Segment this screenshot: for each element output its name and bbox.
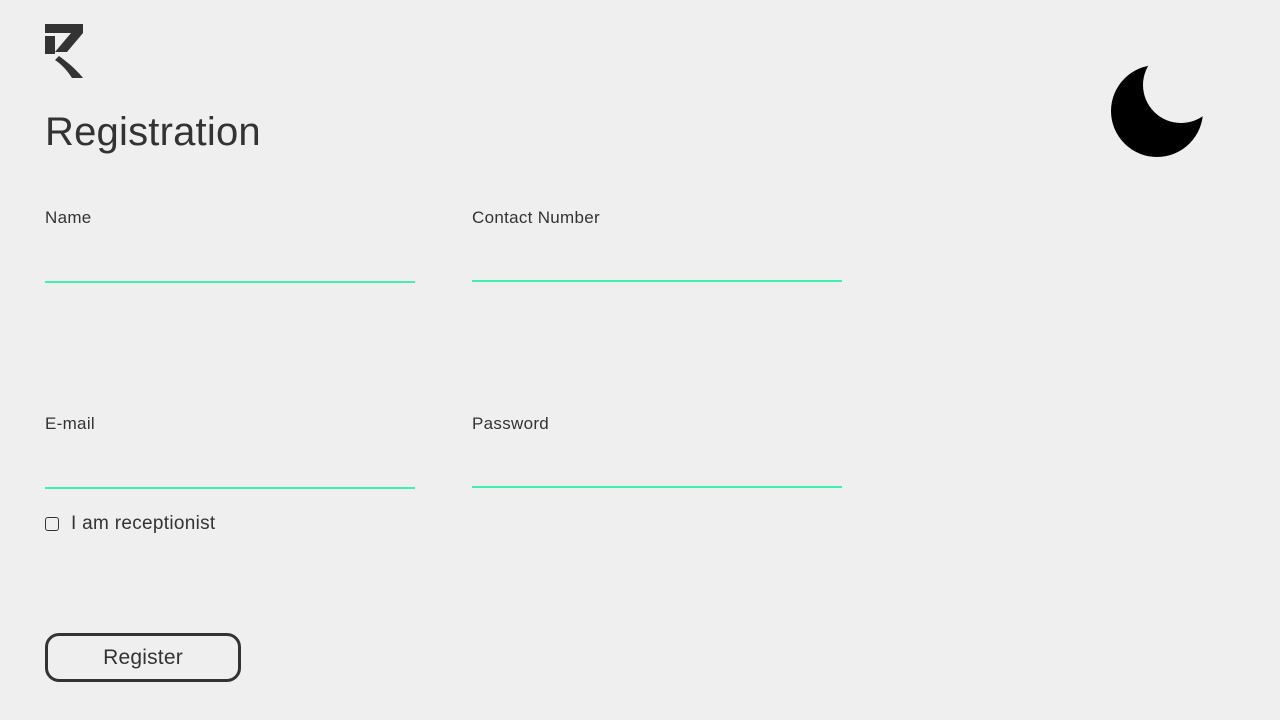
email-label: E-mail [45, 414, 95, 433]
register-button[interactable]: Register [45, 633, 241, 682]
email-field-group: E-mail [45, 414, 415, 489]
name-field-group: Name [45, 208, 415, 283]
receptionist-checkbox-label: I am receptionist [71, 513, 216, 534]
email-input[interactable] [45, 459, 415, 489]
theme-toggle-button[interactable] [1106, 60, 1206, 160]
receptionist-checkbox[interactable] [45, 517, 59, 531]
password-label: Password [472, 414, 550, 433]
receptionist-checkbox-row: I am receptionist [45, 512, 216, 536]
name-input[interactable] [45, 253, 415, 283]
page-title: Registration [45, 110, 261, 154]
contact-number-field-group: Contact Number [472, 208, 842, 282]
contact-number-input[interactable] [472, 252, 842, 282]
name-label: Name [45, 208, 92, 227]
moon-icon [1111, 65, 1203, 157]
password-input[interactable] [472, 458, 842, 488]
brand-logo-icon [45, 24, 83, 78]
password-field-group: Password [472, 414, 842, 488]
contact-number-label: Contact Number [472, 208, 600, 227]
